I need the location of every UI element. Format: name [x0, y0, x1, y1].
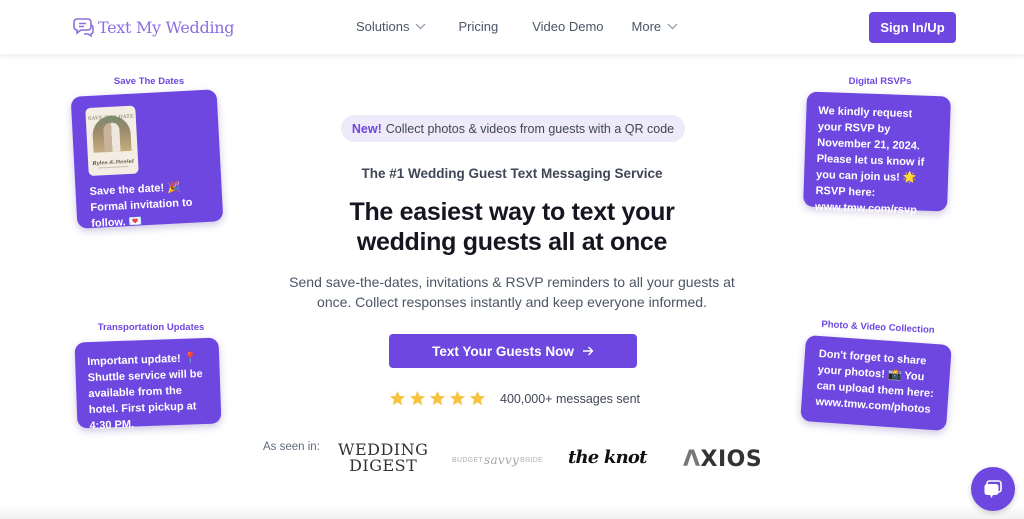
star-icon [429, 390, 446, 406]
nav-item-solutions[interactable]: Solutions [356, 19, 426, 34]
chat-bubbles-icon [73, 18, 94, 38]
bsb-budget: BUDGET [452, 456, 483, 464]
message-bubble: Don't forget to share your photos! 📸 You… [800, 335, 952, 431]
headline-line-2: wedding guests all at once [356, 228, 668, 256]
description-line-1: Send save-the-dates, invitations & RSVP … [289, 274, 735, 290]
star-icon [469, 390, 486, 406]
arrow-right-icon [582, 346, 594, 356]
wedding-digest-logo: WEDDING DIGEST [338, 442, 428, 474]
nav-item-label: More [631, 19, 662, 34]
card-title: Digital RSVPs [848, 76, 912, 87]
message-bubble: Important update! 📍 Shuttle service will… [74, 337, 222, 432]
nav-item-more[interactable]: More [632, 19, 679, 34]
card-title: Photo & Video Collection [821, 319, 935, 336]
star-icon [389, 390, 406, 406]
nav-item-label: Pricing [458, 19, 499, 34]
rating-text: 400,000+ messages sent [500, 391, 641, 406]
chat-widget-button[interactable] [971, 467, 1015, 511]
brand-name: Text My Wedding [98, 17, 235, 37]
new-feature-badge[interactable]: New! Collect photos & videos from guests… [341, 115, 685, 142]
star-icon [449, 390, 466, 406]
budget-savvy-bride-logo: BUDGET savvy BRIDE [452, 453, 543, 467]
message-text: Don't forget to share your photos! 📸 You… [815, 347, 935, 416]
digital-rsvps-card: Digital RSVPs We kindly request your RSV… [803, 76, 955, 216]
chevron-down-icon [667, 23, 678, 30]
description-line-2: once. Collect responses instantly and ke… [317, 294, 707, 310]
main-menu: Solutions Pricing Video Demo More [356, 19, 678, 34]
chevron-down-icon [416, 23, 426, 30]
axios-a: Λ [683, 447, 701, 472]
new-label: New! [351, 121, 382, 136]
nav-item-pricing[interactable]: Pricing [458, 19, 498, 34]
nav-item-video-demo[interactable]: Video Demo [532, 19, 603, 34]
cta-label: Text Your Guests Now [432, 343, 574, 359]
rating: 400,000+ messages sent [389, 390, 640, 407]
couple-figure [103, 122, 121, 153]
press-section: As seen in: [263, 441, 320, 453]
wedding-digest-line-2: DIGEST [349, 456, 418, 475]
nav-item-label: Solutions [356, 19, 410, 34]
press-label: As seen in: [263, 441, 320, 453]
message-bubble: We kindly request your RSVP by November … [803, 91, 951, 216]
axios-rest: XIOS [700, 447, 763, 472]
card-title: Save The Dates [113, 76, 185, 87]
message-text: Important update! 📍 Shuttle service will… [87, 352, 203, 433]
chat-icon [984, 480, 1002, 498]
the-knot-logo: the knot [568, 447, 647, 468]
text-your-guests-button[interactable]: Text Your Guests Now [389, 334, 637, 368]
bsb-bride: BRIDE [520, 456, 544, 464]
headline-line-1: The easiest way to text your [349, 198, 675, 226]
subheading: The #1 Wedding Guest Text Messaging Serv… [361, 166, 663, 181]
nav-item-label: Video Demo [532, 19, 604, 34]
bottom-fade [0, 505, 1024, 519]
bsb-savvy: savvy [483, 453, 520, 467]
photo-video-collection-card: Photo & Video Collection Don't forget to… [800, 319, 953, 431]
axios-logo: Λ XIOS [683, 447, 762, 472]
transportation-updates-card: Transportation Updates Important update!… [74, 322, 226, 432]
star-icon [409, 390, 426, 406]
card-title: Transportation Updates [97, 322, 205, 333]
top-navigation: Text My Wedding Solutions Pricing Video … [0, 0, 1024, 54]
sign-in-button[interactable]: Sign In/Up [869, 12, 956, 43]
page-title: The easiest way to text your wedding gue… [0, 197, 1024, 257]
badge-text: Collect photos & videos from guests with… [385, 121, 675, 136]
brand-logo[interactable]: Text My Wedding [72, 15, 235, 39]
hero-description: Send save-the-dates, invitations & RSVP … [0, 272, 1024, 312]
